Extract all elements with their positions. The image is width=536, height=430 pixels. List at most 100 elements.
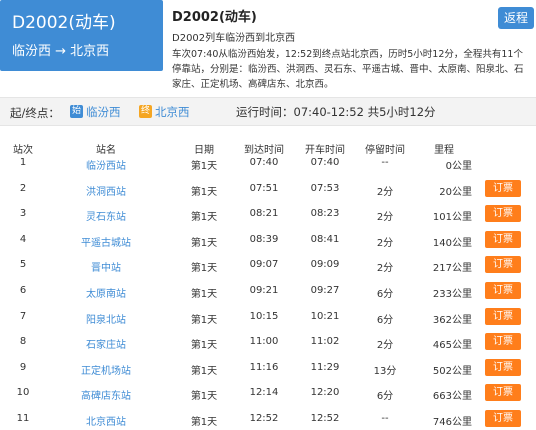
stop-day: 第1天 <box>190 340 218 352</box>
station-link[interactable]: 太原南站 <box>56 285 156 300</box>
stay-time: -- <box>381 157 389 168</box>
stay-time: 2分 <box>376 237 394 249</box>
end-station-link[interactable]: 北京西 <box>155 104 190 120</box>
train-info: D2002(动车) D2002列车临汾西到北京西 车次07:40从临汾西始发，1… <box>172 6 532 92</box>
train-description: 车次07:40从临汾西始发，12:52到终点站北京西，历时5小时12分，全程共有… <box>172 49 524 90</box>
stop-number: 6 <box>19 284 27 296</box>
station-link[interactable]: 阳泉北站 <box>56 311 156 326</box>
distance: 746公里 <box>432 416 472 428</box>
book-ticket-button[interactable]: 订票 <box>485 358 521 376</box>
arrive-time: 12:14 <box>249 387 279 399</box>
stop-number: 3 <box>19 208 27 220</box>
station-link[interactable]: 晋中站 <box>56 259 156 274</box>
station-link[interactable]: 临汾西站 <box>56 157 156 172</box>
start-station-link[interactable]: 临汾西 <box>86 104 121 120</box>
stop-day: 第1天 <box>190 416 218 428</box>
distance: 140公里 <box>432 237 472 249</box>
table-row: 3 灵石东站 第1天 08:21 08:23 2分 101公里 订票 <box>0 201 536 227</box>
station-link[interactable]: 平遥古城站 <box>56 234 156 249</box>
return-trip-button[interactable]: 返程 <box>498 7 534 29</box>
station-link[interactable]: 正定机场站 <box>56 362 156 377</box>
depart-time: 08:23 <box>310 208 340 220</box>
stop-day: 第1天 <box>190 263 218 275</box>
table-row: 9 正定机场站 第1天 11:16 11:29 13分 502公里 订票 <box>0 355 536 381</box>
stop-day: 第1天 <box>190 391 218 403</box>
distance: 362公里 <box>432 314 472 326</box>
distance: 233公里 <box>432 288 472 300</box>
table-row: 5 晋中站 第1天 09:07 09:09 2分 217公里 订票 <box>0 252 536 278</box>
distance: 502公里 <box>432 365 472 377</box>
stay-time: -- <box>381 412 389 424</box>
book-ticket-button[interactable]: 订票 <box>485 409 521 427</box>
arrive-time: 11:00 <box>249 336 279 348</box>
stay-time: 6分 <box>376 314 394 326</box>
book-ticket-button[interactable]: 订票 <box>485 333 521 351</box>
book-ticket-button[interactable]: 订票 <box>485 256 521 274</box>
stop-day: 第1天 <box>190 314 218 326</box>
stop-day: 第1天 <box>190 186 218 198</box>
depart-time: 10:21 <box>310 310 340 322</box>
arrive-time: 10:15 <box>249 310 279 322</box>
stay-time: 2分 <box>376 186 394 198</box>
arrive-time: 07:51 <box>249 182 279 194</box>
stay-time: 2分 <box>376 263 394 275</box>
train-subtitle: D2002列车临汾西到北京西 <box>172 33 296 44</box>
stop-number: 5 <box>19 259 27 271</box>
stay-time: 6分 <box>376 288 394 300</box>
runtime-text: 运行时间：07:40-12:52 共5小时12分 <box>236 105 436 119</box>
book-ticket-button[interactable]: 订票 <box>485 230 521 248</box>
train-header-card: D2002(动车) 临汾西 → 北京西 <box>0 0 163 71</box>
stop-number: 9 <box>19 361 27 373</box>
stop-day: 第1天 <box>190 288 218 300</box>
distance: 0公里 <box>445 161 472 172</box>
book-ticket-button[interactable]: 订票 <box>485 307 521 325</box>
train-route: 临汾西 → 北京西 <box>12 44 110 59</box>
table-row: 7 阳泉北站 第1天 10:15 10:21 6分 362公里 订票 <box>0 304 536 330</box>
depart-time: 08:41 <box>310 233 340 245</box>
stop-number: 7 <box>19 310 27 322</box>
route-summary-bar: 起/终点： 始 临汾西 终 北京西 运行时间：07:40-12:52 共5小时1… <box>0 97 536 126</box>
table-row: 6 太原南站 第1天 09:21 09:27 6分 233公里 订票 <box>0 278 536 304</box>
book-ticket-button[interactable]: 订票 <box>485 205 521 223</box>
book-ticket-button[interactable]: 订票 <box>485 179 521 197</box>
station-link[interactable]: 灵石东站 <box>56 208 156 223</box>
stay-time: 13分 <box>373 365 397 377</box>
end-badge-icon: 终 <box>139 105 152 118</box>
table-row: 4 平遥古城站 第1天 08:39 08:41 2分 140公里 订票 <box>0 227 536 253</box>
stop-day: 第1天 <box>190 237 218 249</box>
distance: 465公里 <box>432 340 472 352</box>
table-row: 1 临汾西站 第1天 07:40 07:40 -- 0公里 <box>0 150 536 176</box>
station-link[interactable]: 石家庄站 <box>56 336 156 351</box>
depart-time: 07:53 <box>310 182 340 194</box>
table-row: 2 洪洞西站 第1天 07:51 07:53 2分 20公里 订票 <box>0 176 536 202</box>
depart-time: 09:27 <box>310 284 340 296</box>
stop-number: 10 <box>16 387 30 399</box>
arrive-time: 09:21 <box>249 284 279 296</box>
station-link[interactable]: 高碑店东站 <box>56 387 156 402</box>
stay-time: 2分 <box>376 340 394 352</box>
depart-time: 11:29 <box>310 361 340 373</box>
stops-table: 1 临汾西站 第1天 07:40 07:40 -- 0公里 2 洪洞西站 第1天… <box>0 150 536 430</box>
arrive-time: 11:16 <box>249 361 279 373</box>
distance: 101公里 <box>432 212 472 224</box>
table-row: 11 北京西站 第1天 12:52 12:52 -- 746公里 订票 <box>0 406 536 430</box>
book-ticket-button[interactable]: 订票 <box>485 281 521 299</box>
stop-number: 1 <box>19 157 27 168</box>
stop-number: 2 <box>19 182 27 194</box>
station-link[interactable]: 洪洞西站 <box>56 183 156 198</box>
table-row: 10 高碑店东站 第1天 12:14 12:20 6分 663公里 订票 <box>0 380 536 406</box>
depart-time: 07:40 <box>310 157 340 168</box>
arrive-time: 08:39 <box>249 233 279 245</box>
station-link[interactable]: 北京西站 <box>56 413 156 428</box>
arrive-time: 07:40 <box>249 157 279 168</box>
stop-number: 11 <box>16 412 30 424</box>
distance: 20公里 <box>439 186 472 198</box>
depart-time: 09:09 <box>310 259 340 271</box>
stop-day: 第1天 <box>190 161 218 172</box>
stop-day: 第1天 <box>190 212 218 224</box>
stop-number: 4 <box>19 233 27 245</box>
distance: 217公里 <box>432 263 472 275</box>
arrive-time: 12:52 <box>249 412 279 424</box>
book-ticket-button[interactable]: 订票 <box>485 384 521 402</box>
distance: 663公里 <box>432 391 472 403</box>
